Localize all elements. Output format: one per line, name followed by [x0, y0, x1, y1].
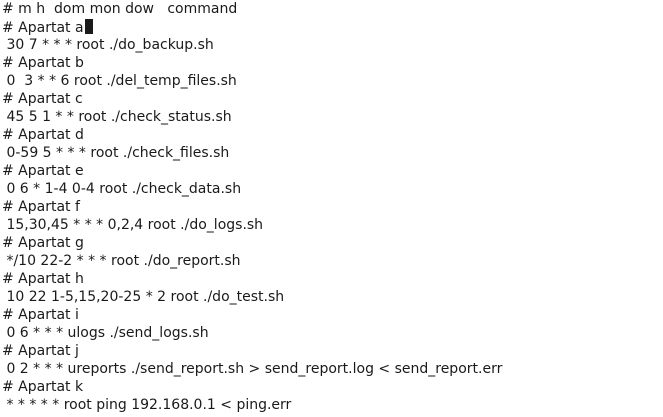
- cron-entry-a: 30 7 * * * root ./do_backup.sh: [2, 37, 214, 53]
- comment-line-i: # Apartat i: [2, 307, 79, 323]
- cron-entry-e: 0 6 * 1-4 0-4 root ./check_data.sh: [2, 181, 242, 197]
- comment-line-g: # Apartat g: [2, 235, 84, 251]
- comment-line-k: # Apartat k: [2, 379, 84, 395]
- cron-entry-f: 15,30,45 * * * 0,2,4 root ./do_logs.sh: [2, 217, 264, 233]
- cron-entry-k: * * * * * root ping 192.168.0.1 < ping.e…: [2, 397, 292, 413]
- cron-entry-j: 0 2 * * * ureports ./send_report.sh > se…: [2, 361, 503, 377]
- terminal-editor[interactable]: # m h dom mon dow command # Apartat a 30…: [0, 0, 663, 417]
- cron-entry-h: 10 22 1-5,15,20-25 * 2 root ./do_test.sh: [2, 289, 285, 305]
- comment-line-h: # Apartat h: [2, 271, 84, 287]
- cron-entry-b: 0 3 * * 6 root ./del_temp_files.sh: [2, 73, 237, 89]
- comment-line-e: # Apartat e: [2, 163, 84, 179]
- comment-line-d: # Apartat d: [2, 127, 84, 143]
- comment-line-j: # Apartat j: [2, 343, 79, 359]
- comment-line-f: # Apartat f: [2, 199, 80, 215]
- comment-line-c: # Apartat c: [2, 91, 83, 107]
- cron-entry-g: */10 22-2 * * * root ./do_report.sh: [2, 253, 241, 269]
- text-cursor: [84, 19, 93, 34]
- comment-text: # Apartat a: [2, 20, 84, 36]
- header-comment: # m h dom mon dow command: [2, 1, 238, 17]
- cron-entry-d: 0-59 5 * * * root ./check_files.sh: [2, 145, 230, 161]
- cron-entry-c: 45 5 1 * * root ./check_status.sh: [2, 109, 232, 125]
- cron-entry-i: 0 6 * * * ulogs ./send_logs.sh: [2, 325, 209, 341]
- comment-line-b: # Apartat b: [2, 55, 84, 71]
- comment-line-a: # Apartat a: [2, 19, 663, 37]
